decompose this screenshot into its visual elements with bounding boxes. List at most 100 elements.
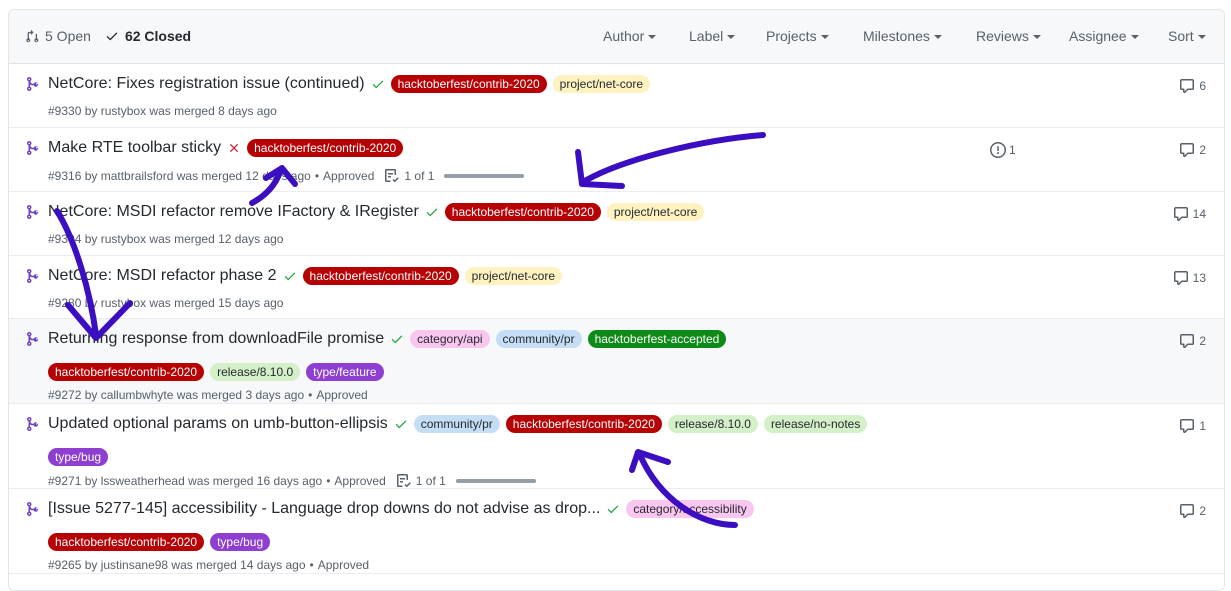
label-hacktoberfest-contrib[interactable]: hacktoberfest/contrib-2020	[48, 533, 205, 551]
label-project-netcore[interactable]: project/net-core	[552, 75, 651, 93]
sort-filter[interactable]: Sort	[1168, 28, 1206, 44]
task-progress[interactable]: 1 of 1	[384, 168, 525, 184]
comment-count[interactable]: 6	[1179, 78, 1206, 94]
label-type-bug[interactable]: type/bug	[48, 448, 109, 466]
label-filter-label: Label	[689, 28, 724, 44]
projects-filter[interactable]: Projects	[766, 28, 829, 44]
check-success-icon[interactable]	[283, 269, 297, 283]
state-filters: 5 Open 62 Closed	[25, 28, 205, 44]
label-release-nonotes[interactable]: release/no-notes	[763, 415, 868, 433]
comment-icon	[1179, 142, 1195, 158]
pr-title[interactable]: NetCore: MSDI refactor remove IFactory &…	[48, 203, 419, 221]
label-hacktoberfest-contrib[interactable]: hacktoberfest/contrib-2020	[444, 203, 601, 221]
task-progress[interactable]: 1 of 1	[396, 473, 536, 489]
comment-count-value: 1	[1199, 419, 1206, 433]
pr-meta-text: #9330 by rustybox was merged 8 days ago	[48, 104, 277, 118]
comment-icon	[1179, 503, 1195, 519]
label-hacktoberfest-contrib[interactable]: hacktoberfest/contrib-2020	[48, 363, 205, 381]
caret-down-icon	[727, 35, 736, 39]
pr-title[interactable]: NetCore: MSDI refactor phase 2	[48, 267, 277, 285]
caret-down-icon	[933, 35, 942, 39]
check-failure-icon[interactable]	[227, 141, 241, 155]
open-count: 5 Open	[45, 28, 91, 44]
comment-icon	[1179, 418, 1195, 434]
comment-count[interactable]: 1	[1179, 418, 1206, 434]
review-status[interactable]: Approved	[334, 474, 385, 488]
pr-row[interactable]: Returning response from downloadFile pro…	[9, 319, 1224, 404]
comment-count[interactable]: 13	[1173, 270, 1206, 286]
label-category-accessibility[interactable]: category/accessibility	[626, 500, 754, 518]
closed-filter[interactable]: 62 Closed	[105, 28, 191, 44]
label-project-netcore[interactable]: project/net-core	[464, 267, 563, 285]
pr-meta-text: #9265 by justinsane98 was merged 14 days…	[48, 558, 306, 572]
check-success-icon[interactable]	[371, 77, 385, 91]
author-filter[interactable]: Author	[603, 28, 657, 44]
linked-issue-count[interactable]: 1	[990, 142, 1016, 158]
tasklist-icon	[384, 168, 400, 184]
task-progress-text: 1 of 1	[404, 169, 435, 183]
caret-down-icon	[1130, 35, 1139, 39]
milestones-filter[interactable]: Milestones	[863, 28, 942, 44]
pr-row[interactable]: NetCore: MSDI refactor phase 2 hacktober…	[9, 256, 1224, 319]
pr-meta: #9280 by rustybox was merged 15 days ago	[48, 296, 283, 310]
review-status[interactable]: Approved	[323, 169, 374, 183]
pr-title[interactable]: Make RTE toolbar sticky	[48, 139, 221, 157]
check-success-icon[interactable]	[425, 205, 439, 219]
open-filter[interactable]: 5 Open	[25, 28, 91, 44]
label-hacktoberfest-accepted[interactable]: hacktoberfest-accepted	[587, 330, 727, 348]
pr-meta: #9330 by rustybox was merged 8 days ago	[48, 104, 277, 118]
label-community-pr[interactable]: community/pr	[413, 415, 500, 433]
pr-title[interactable]: NetCore: Fixes registration issue (conti…	[48, 75, 365, 93]
pr-row[interactable]: Updated optional params on umb-button-el…	[9, 404, 1224, 489]
label-release-8100[interactable]: release/8.10.0	[667, 415, 758, 433]
pr-row[interactable]: NetCore: MSDI refactor remove IFactory &…	[9, 192, 1224, 256]
pr-title[interactable]: Returning response from downloadFile pro…	[48, 330, 384, 348]
label-hacktoberfest-contrib[interactable]: hacktoberfest/contrib-2020	[505, 415, 662, 433]
review-status[interactable]: Approved	[316, 388, 367, 402]
assignee-filter-label: Assignee	[1069, 28, 1127, 44]
assignee-filter[interactable]: Assignee	[1069, 28, 1139, 44]
comment-count[interactable]: 2	[1179, 142, 1206, 158]
comment-count[interactable]: 2	[1179, 333, 1206, 349]
check-icon	[106, 32, 118, 41]
tasklist-icon	[396, 473, 412, 489]
pull-request-icon	[26, 29, 39, 43]
label-hacktoberfest-contrib[interactable]: hacktoberfest/contrib-2020	[390, 75, 547, 93]
comment-icon	[1179, 78, 1195, 94]
pr-title[interactable]: [Issue 5277-145] accessibility - Languag…	[48, 500, 600, 518]
review-status[interactable]: Approved	[318, 558, 369, 572]
pr-title[interactable]: Updated optional params on umb-button-el…	[48, 415, 388, 433]
label-release-8100[interactable]: release/8.10.0	[210, 363, 301, 381]
comment-count-value: 2	[1199, 504, 1206, 518]
check-success-icon[interactable]	[390, 332, 404, 346]
pr-meta-text: #9280 by rustybox was merged 15 days ago	[48, 296, 284, 310]
label-category-api[interactable]: category/api	[410, 330, 490, 348]
comment-count-value: 2	[1199, 143, 1206, 157]
label-type-bug[interactable]: type/bug	[210, 533, 271, 551]
issue-icon	[990, 142, 1006, 158]
task-progress-text: 1 of 1	[415, 474, 446, 488]
pr-row[interactable]: NetCore: Fixes registration issue (conti…	[9, 64, 1224, 128]
pr-row[interactable]: Make RTE toolbar sticky hacktoberfest/co…	[9, 128, 1224, 192]
label-type-feature[interactable]: type/feature	[306, 363, 384, 381]
reviews-filter[interactable]: Reviews	[976, 28, 1041, 44]
pr-meta: #9271 by lssweatherhead was merged 16 da…	[48, 473, 536, 489]
comment-count-value: 6	[1199, 79, 1206, 93]
pr-meta-text: #9271 by lssweatherhead was merged 16 da…	[48, 474, 323, 488]
label-community-pr[interactable]: community/pr	[495, 330, 582, 348]
check-success-icon[interactable]	[394, 417, 408, 431]
closed-count: 62 Closed	[124, 28, 192, 44]
check-success-icon[interactable]	[606, 502, 620, 516]
comment-count-value: 2	[1199, 334, 1206, 348]
label-project-netcore[interactable]: project/net-core	[606, 203, 705, 221]
merged-pr-icon	[25, 140, 41, 156]
comment-count[interactable]: 2	[1179, 503, 1206, 519]
merged-pr-icon	[25, 204, 41, 220]
pr-meta-text: #9316 by mattbrailsford was merged 12 da…	[48, 169, 311, 183]
label-filter[interactable]: Label	[689, 28, 736, 44]
label-hacktoberfest-contrib[interactable]: hacktoberfest/contrib-2020	[302, 267, 459, 285]
comment-icon	[1173, 206, 1189, 222]
pr-row[interactable]: [Issue 5277-145] accessibility - Languag…	[9, 489, 1224, 574]
label-hacktoberfest-contrib[interactable]: hacktoberfest/contrib-2020	[247, 139, 404, 157]
comment-count[interactable]: 14	[1173, 206, 1206, 222]
